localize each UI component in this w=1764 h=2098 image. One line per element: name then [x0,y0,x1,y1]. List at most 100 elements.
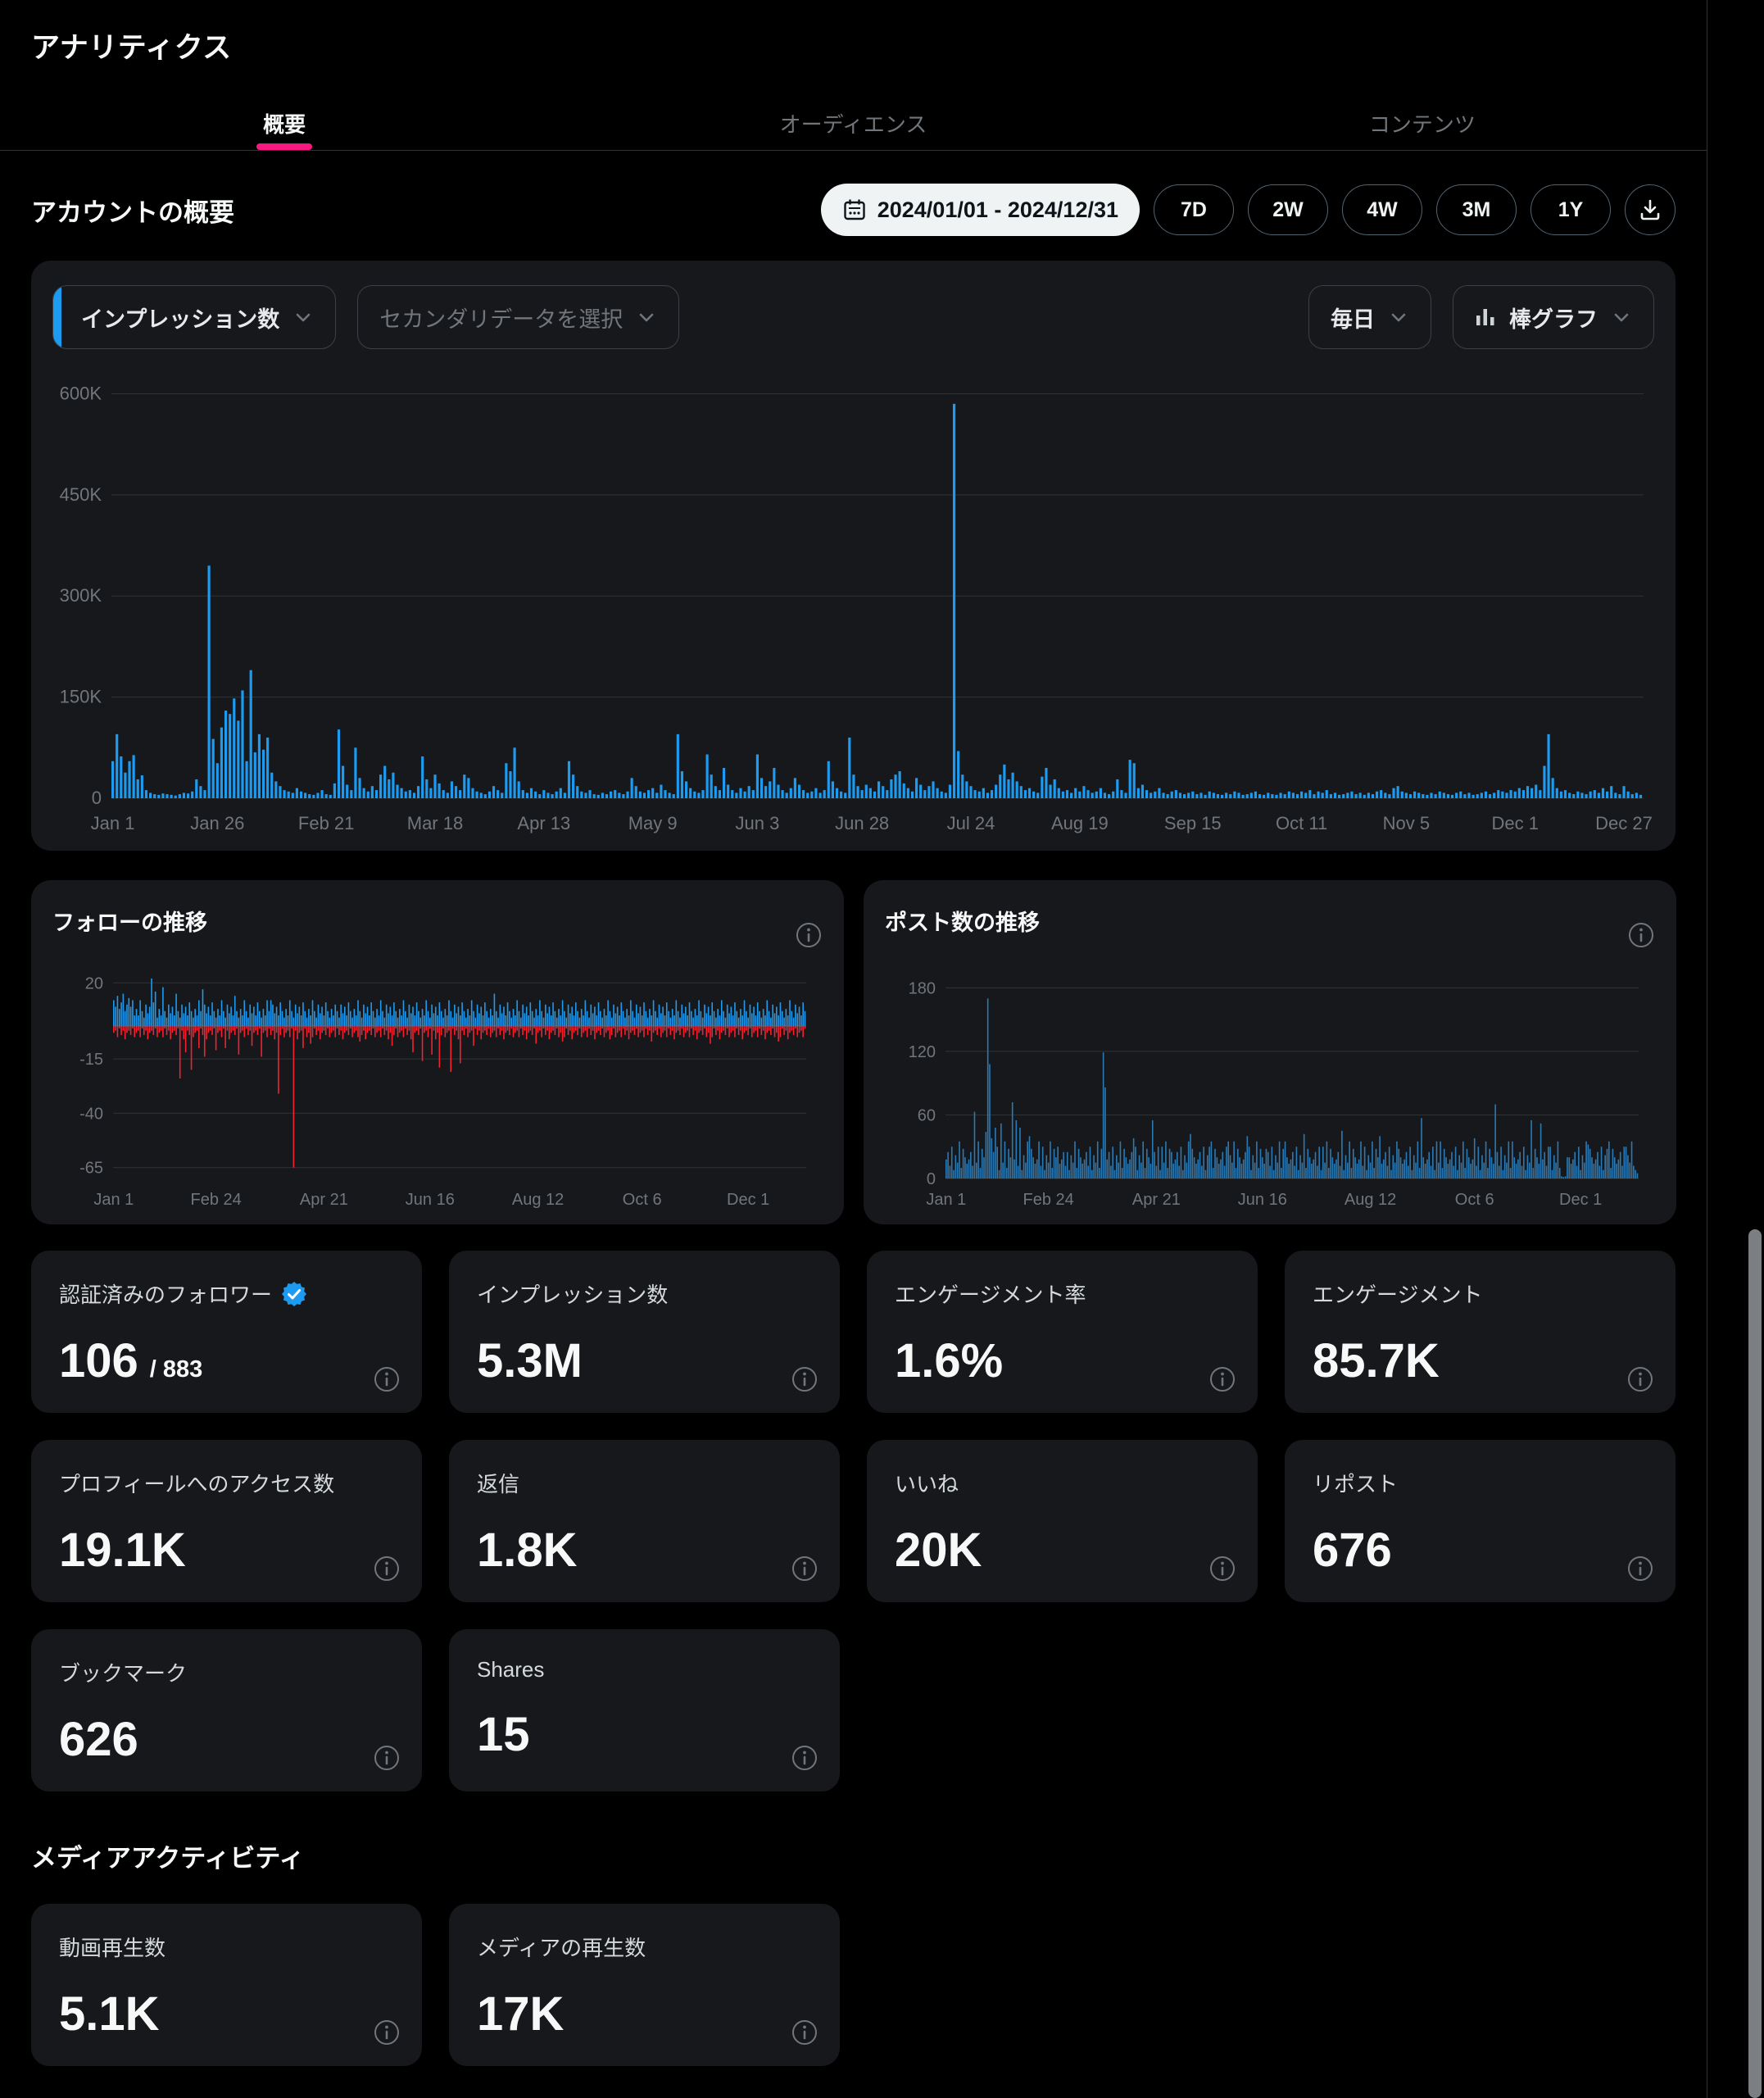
bar[interactable] [732,1026,734,1030]
bar[interactable] [454,1005,456,1027]
bar[interactable] [660,785,662,798]
bar[interactable] [1256,1142,1258,1178]
bar[interactable] [776,1006,778,1026]
bar[interactable] [1497,790,1499,798]
bar[interactable] [600,1026,601,1035]
bar[interactable] [643,1026,645,1037]
bar[interactable] [752,790,755,798]
bar[interactable] [428,1011,429,1027]
bar[interactable] [1272,1147,1273,1178]
bar[interactable] [714,786,717,798]
bar[interactable] [786,1026,787,1030]
bar[interactable] [410,1013,412,1026]
bar[interactable] [721,1026,723,1033]
bar[interactable] [628,1026,630,1039]
bar[interactable] [501,1026,503,1030]
bar[interactable] [987,998,989,1178]
bar[interactable] [1186,1163,1188,1178]
bar[interactable] [873,792,876,798]
bar[interactable] [451,781,453,798]
bar[interactable] [179,1018,181,1027]
bar[interactable] [977,1142,979,1178]
bar[interactable] [1510,790,1512,798]
bar[interactable] [1032,792,1035,798]
bar[interactable] [306,1018,308,1027]
bar[interactable] [1505,792,1508,798]
bar[interactable] [647,790,650,798]
bar[interactable] [141,775,143,798]
bar[interactable] [1288,792,1290,798]
bar[interactable] [1288,1164,1290,1178]
bar[interactable] [1231,1163,1233,1178]
bar[interactable] [717,1026,719,1030]
bar[interactable] [370,1002,372,1026]
bar[interactable] [597,795,600,798]
bar[interactable] [1084,1160,1086,1178]
bar[interactable] [723,1026,724,1030]
bar[interactable] [1394,1163,1396,1178]
bar[interactable] [194,1009,196,1026]
bar[interactable] [1487,1168,1489,1178]
bar[interactable] [927,786,930,798]
bar[interactable] [790,788,792,798]
bar[interactable] [668,1026,669,1029]
bar[interactable] [1120,790,1122,798]
bar[interactable] [1220,1160,1222,1178]
bar[interactable] [1620,1152,1621,1178]
bar[interactable] [1296,1147,1298,1178]
bar[interactable] [676,1026,678,1033]
bar[interactable] [206,1026,207,1039]
bar[interactable] [519,1026,520,1037]
bar[interactable] [1029,1136,1031,1178]
bar[interactable] [187,1026,188,1030]
bar[interactable] [714,1026,715,1029]
bar[interactable] [953,404,955,798]
bar[interactable] [672,1026,673,1030]
bar[interactable] [1058,788,1060,798]
bar[interactable] [441,1026,442,1035]
bar[interactable] [348,1002,350,1026]
bar[interactable] [474,1018,476,1027]
bar[interactable] [739,788,741,798]
bar[interactable] [651,1026,652,1042]
bar[interactable] [320,1026,321,1039]
bar[interactable] [454,1026,456,1035]
bar[interactable] [324,1026,325,1030]
bar[interactable] [861,790,864,798]
bar[interactable] [955,1156,957,1178]
bar[interactable] [1607,1149,1608,1178]
bar[interactable] [1021,1170,1023,1178]
bar[interactable] [1514,792,1517,798]
bar[interactable] [270,1000,272,1026]
bar[interactable] [719,1026,721,1039]
bar[interactable] [292,792,294,798]
bar[interactable] [564,1011,565,1027]
bar[interactable] [1191,1149,1193,1178]
bar[interactable] [649,1026,651,1030]
bar[interactable] [383,766,386,798]
bar[interactable] [262,750,265,798]
bar[interactable] [197,1026,198,1030]
bar[interactable] [1340,1165,1341,1178]
bar[interactable] [757,1002,759,1026]
bar[interactable] [373,1026,374,1029]
bar[interactable] [535,1009,537,1026]
bar[interactable] [1041,1165,1042,1178]
bar[interactable] [899,771,901,798]
bar[interactable] [509,1026,510,1035]
bar[interactable] [1390,1170,1392,1178]
bar[interactable] [418,1026,419,1035]
bar[interactable] [488,1026,490,1029]
bar[interactable] [439,1002,441,1026]
bar[interactable] [166,794,168,798]
bar[interactable] [1275,1156,1277,1178]
bar[interactable] [1548,1147,1549,1178]
bar[interactable] [1066,790,1068,798]
bar[interactable] [886,790,888,798]
bar[interactable] [208,565,211,798]
bar[interactable] [422,1026,424,1060]
bar[interactable] [337,1011,338,1027]
bar[interactable] [471,1000,473,1026]
bar[interactable] [477,1026,478,1035]
bar[interactable] [1127,1164,1129,1178]
